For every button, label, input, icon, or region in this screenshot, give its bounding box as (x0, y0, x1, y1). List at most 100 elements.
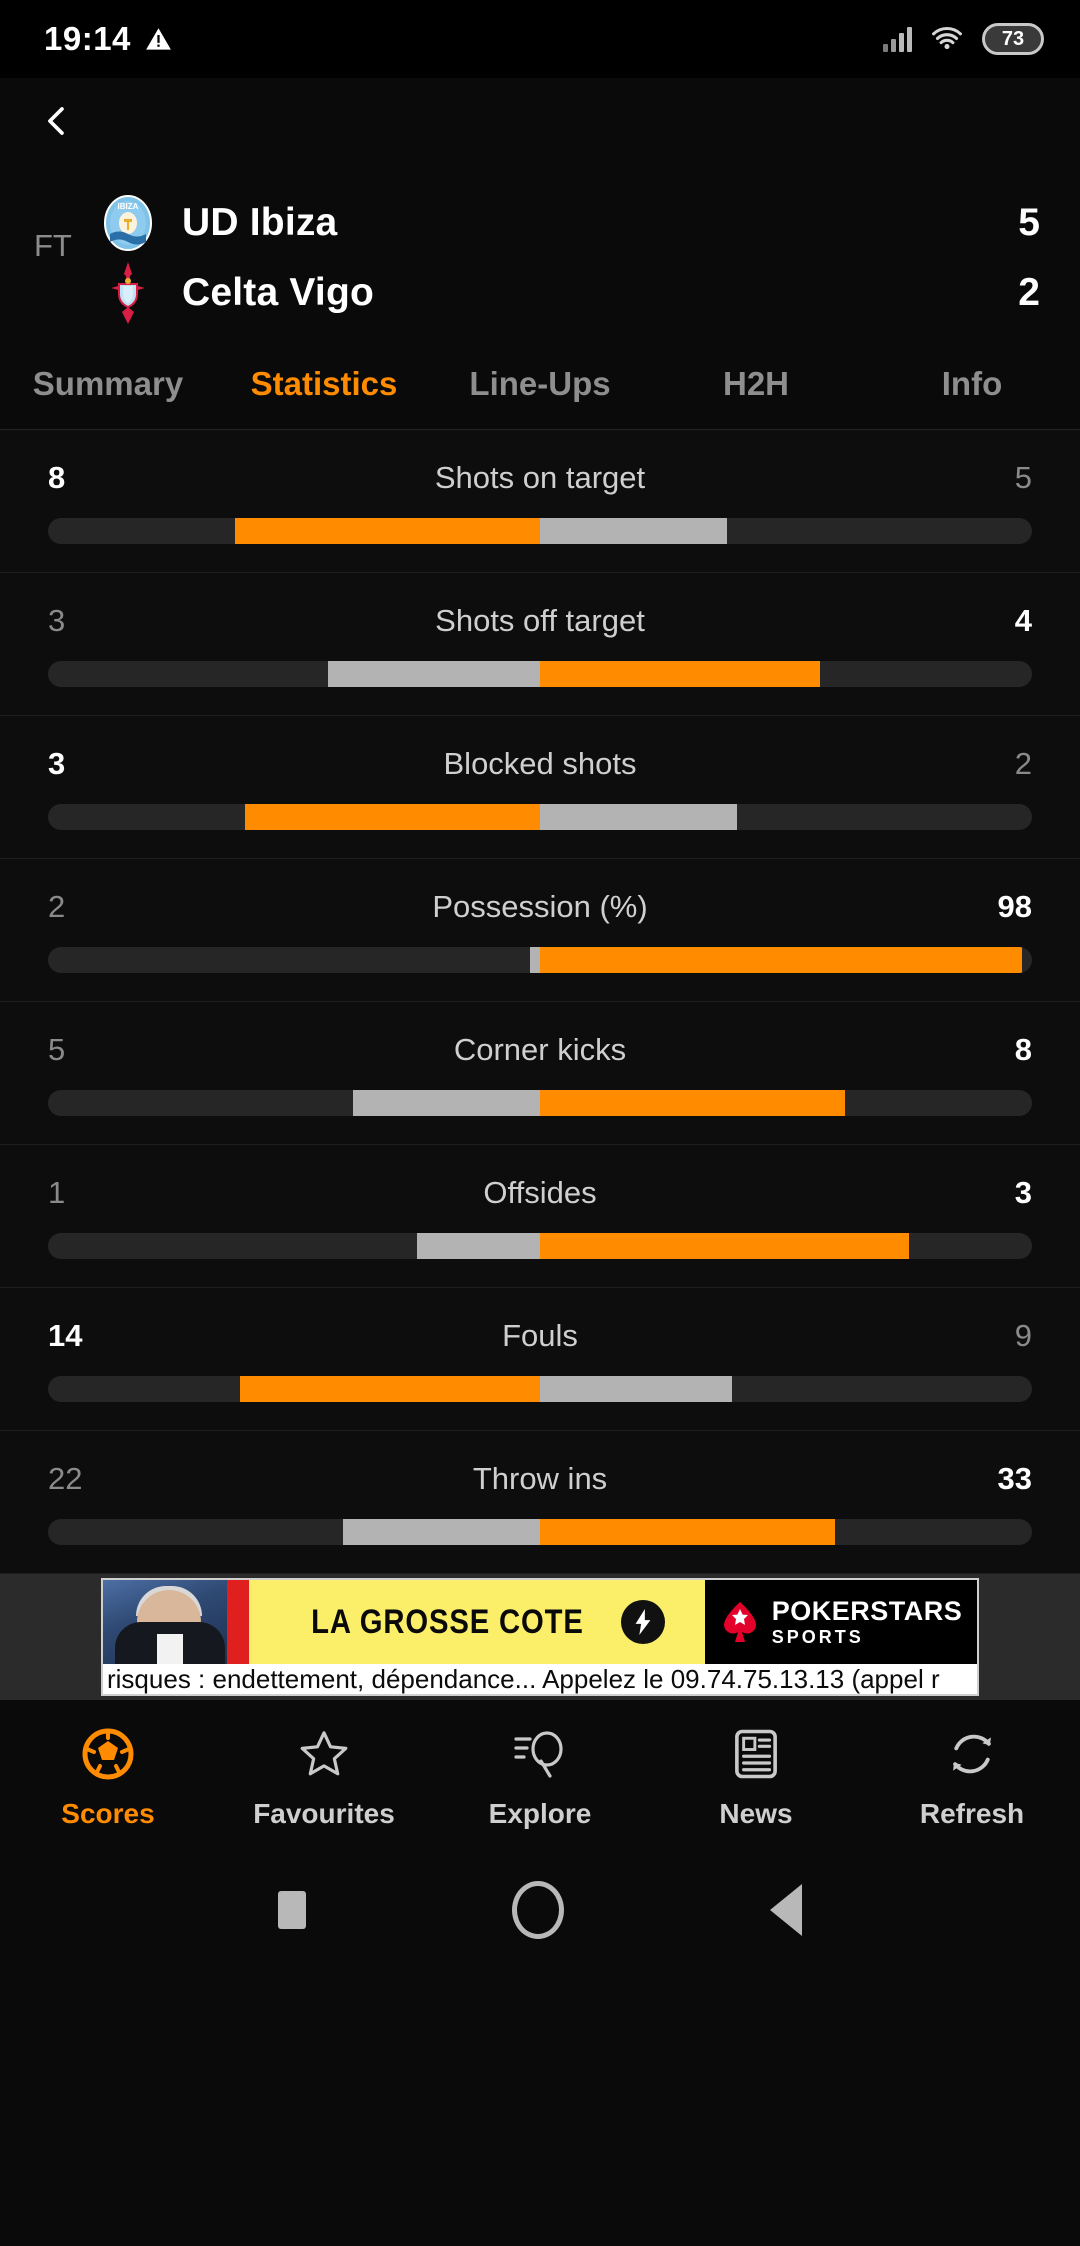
stat-label: Offsides (483, 1175, 597, 1210)
nav-label-news: News (719, 1798, 793, 1829)
back-button[interactable] (0, 78, 1080, 164)
stat-header: 3 Blocked shots 2 (0, 746, 1080, 782)
status-bar-right: 73 (883, 23, 1044, 55)
nav-label-refresh: Refresh (919, 1798, 1025, 1829)
stat-away-value: 98 (997, 889, 1032, 924)
stat-home-value: 1 (48, 1175, 66, 1210)
warning-triangle-icon (146, 27, 171, 50)
stat-bar-track (48, 661, 1032, 687)
stat-header: 14 Fouls 9 (0, 1318, 1080, 1354)
system-navigation-bar (0, 1850, 1080, 1970)
lightning-bolt-icon (621, 1600, 666, 1644)
newspaper-icon (731, 1726, 781, 1782)
nav-item-favourites[interactable]: Favourites (216, 1726, 432, 1830)
stat-row: 5 Corner kicks 8 (0, 1002, 1080, 1145)
stat-home-value: 2 (48, 889, 66, 924)
stat-bar-away-fill (540, 661, 821, 687)
match-header: FT IBIZA UD Ibiza 5 Celta Vigo 2 (0, 164, 1080, 338)
tab-line-ups[interactable]: Line-Ups (432, 365, 648, 403)
celta-vigo-crest (100, 262, 156, 324)
match-status-label: FT (34, 228, 72, 263)
square-recents-icon[interactable] (278, 1891, 306, 1929)
stat-header: 8 Shots on target 5 (0, 460, 1080, 496)
ad-brand-line2: SPORTS (771, 1627, 864, 1647)
stat-away-value: 4 (1014, 603, 1032, 638)
stat-row: 14 Fouls 9 (0, 1288, 1080, 1431)
stat-away-value: 5 (1014, 460, 1032, 495)
stat-bar-track (48, 947, 1032, 973)
stat-bar-home-fill (239, 1376, 540, 1402)
stat-bar-home-fill (328, 661, 540, 687)
nav-item-news[interactable]: News (648, 1726, 864, 1830)
triangle-back-icon[interactable] (770, 1884, 802, 1936)
home-team-row[interactable]: IBIZA UD Ibiza 5 (34, 188, 1046, 258)
stat-row: 22 Throw ins 33 (0, 1431, 1080, 1574)
stat-home-value: 3 (48, 603, 66, 638)
stat-label: Possession (%) (432, 889, 648, 924)
stat-bar-home-fill (234, 518, 540, 544)
ud-ibiza-crest: IBIZA (100, 194, 156, 252)
nav-item-refresh[interactable]: Refresh (864, 1726, 1080, 1830)
ad-disclaimer: risques : endettement, dépendance... App… (103, 1664, 977, 1694)
match-status-wrap: FT (34, 164, 100, 328)
home-team-name: UD Ibiza (182, 201, 338, 244)
football-icon (81, 1726, 135, 1782)
stat-bar-track (48, 1233, 1032, 1259)
pokerstars-spade-icon (723, 1602, 756, 1642)
stat-home-value: 14 (48, 1318, 83, 1353)
svg-text:IBIZA: IBIZA (118, 202, 139, 211)
home-team-score: 5 (1018, 201, 1040, 244)
stat-away-value: 2 (1014, 746, 1032, 781)
tab-h2h[interactable]: H2H (648, 365, 864, 403)
nav-label-explore: Explore (488, 1798, 592, 1829)
ad-slogan-area: LA GROSSE COTE (249, 1580, 705, 1664)
away-team-score: 2 (1018, 271, 1040, 314)
tab-bar: Summary Statistics Line-Ups H2H Info (0, 338, 1080, 430)
stat-header: 1 Offsides 3 (0, 1175, 1080, 1211)
status-bar-left: 19:14 (44, 20, 172, 58)
away-team-name: Celta Vigo (182, 271, 374, 314)
chevron-left-icon (48, 107, 64, 135)
ad-person-photo (103, 1580, 227, 1664)
circle-home-icon[interactable] (512, 1881, 564, 1939)
ad-slogan-text: LA GROSSE COTE (310, 1602, 584, 1641)
nav-item-scores[interactable]: Scores (0, 1726, 216, 1830)
ad-brand-text: POKERSTARS SPORTS (771, 1596, 963, 1647)
ad-brand-line1: POKERSTARS (771, 1596, 963, 1626)
stat-row: 2 Possession (%) 98 (0, 859, 1080, 1002)
stat-home-value: 22 (48, 1461, 83, 1496)
stat-bar-away-fill (540, 1376, 732, 1402)
stat-bar-away-fill (540, 947, 1023, 973)
stat-away-value: 3 (1014, 1175, 1032, 1210)
stat-header: 5 Corner kicks 8 (0, 1032, 1080, 1068)
stat-label: Blocked shots (443, 746, 637, 781)
advertisement-banner[interactable]: LA GROSSE COTE POKERSTARS SPORTS risques… (0, 1574, 1080, 1700)
ad-top-row: LA GROSSE COTE POKERSTARS SPORTS (103, 1580, 977, 1664)
ad-red-divider (227, 1580, 249, 1664)
tab-summary[interactable]: Summary (0, 365, 216, 403)
tab-info[interactable]: Info (864, 365, 1080, 403)
nav-label-favourites: Favourites (253, 1798, 395, 1829)
stat-row: 3 Shots off target 4 (0, 573, 1080, 716)
stat-away-value: 33 (997, 1461, 1032, 1496)
away-team-row[interactable]: Celta Vigo 2 (34, 258, 1046, 328)
stat-bar-track (48, 1519, 1032, 1545)
wifi-icon (932, 27, 962, 50)
star-icon (297, 1726, 351, 1782)
stat-bar-away-fill (540, 1233, 909, 1259)
ad-disclaimer-text: risques : endettement, dépendance... App… (107, 1664, 940, 1694)
stat-home-value: 5 (48, 1032, 66, 1067)
status-bar-clock: 19:14 (44, 20, 131, 57)
tab-statistics[interactable]: Statistics (216, 365, 432, 403)
status-bar: 19:14 73 (0, 0, 1080, 78)
stat-label: Fouls (502, 1318, 578, 1353)
ad-brand-area: POKERSTARS SPORTS (705, 1580, 977, 1664)
stat-bar-track (48, 518, 1032, 544)
stat-bar-home-fill (530, 947, 540, 973)
ad-content[interactable]: LA GROSSE COTE POKERSTARS SPORTS risques… (101, 1578, 979, 1696)
nav-item-explore[interactable]: Explore (432, 1726, 648, 1830)
stat-row: 8 Shots on target 5 (0, 430, 1080, 573)
stat-row: 3 Blocked shots 2 (0, 716, 1080, 859)
stat-label: Shots on target (434, 460, 646, 495)
refresh-icon (945, 1726, 999, 1782)
